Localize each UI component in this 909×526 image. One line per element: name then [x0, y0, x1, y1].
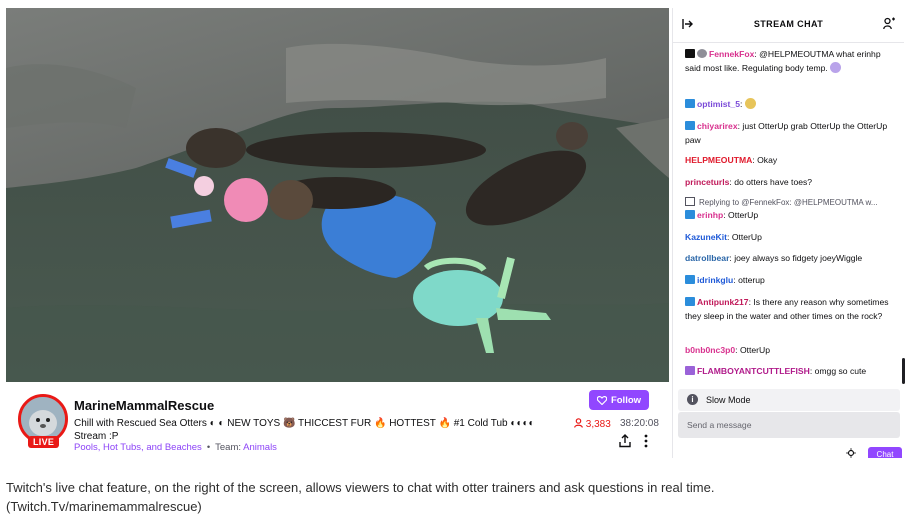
team-label: Team:: [215, 442, 242, 453]
chat-text: OtterUp: [739, 345, 771, 355]
chat-username[interactable]: HELPMEOUTMA: [685, 155, 752, 165]
chat-message: HELPMEOUTMA: Okay: [685, 155, 778, 165]
tag-separator: •: [206, 442, 211, 453]
chat-username[interactable]: KazuneKit: [685, 232, 727, 242]
chat-title: STREAM CHAT: [753, 19, 824, 29]
chat-username[interactable]: datrollbear: [685, 253, 729, 263]
emote-icon: [830, 61, 842, 73]
viewer-person-icon: [574, 418, 583, 428]
chat-message: princeturls: do otters have toes?: [685, 177, 813, 187]
chat-username[interactable]: optimist_5: [697, 99, 740, 109]
chat-scrollbar[interactable]: [902, 358, 905, 384]
user-badge-icon: [685, 121, 695, 130]
user-badge-icon: [697, 49, 707, 58]
reply-context-text: Replying to @FennekFox: @HELPMEOUTMA w..…: [699, 198, 878, 207]
stream-tags: Pools, Hot Tubs, and Beaches • Team: Anima…: [74, 442, 277, 453]
share-icon[interactable]: [618, 434, 632, 448]
more-options-icon[interactable]: [643, 434, 649, 448]
viewer-count: 3,383: [574, 418, 611, 430]
chat-username[interactable]: Antipunk217: [697, 297, 749, 307]
channel-info-bar: LIVE MarineMammalRescue Chill with Rescu…: [6, 382, 669, 458]
chat-username[interactable]: FennekFox: [709, 49, 754, 59]
settings-gear-icon[interactable]: [845, 448, 857, 458]
user-badge-icon: [685, 275, 695, 284]
chat-username[interactable]: chiyarirex: [697, 121, 738, 131]
chat-text: omgg so cute: [814, 366, 867, 376]
follow-button[interactable]: Follow: [589, 390, 649, 410]
chat-message: idrinkglu: otterup: [685, 274, 895, 288]
chat-text: Okay: [757, 155, 778, 165]
heart-icon: [596, 395, 607, 405]
follow-label: Follow: [610, 394, 642, 406]
chat-username[interactable]: erinhp: [697, 210, 723, 220]
chat-header: STREAM CHAT: [673, 8, 904, 43]
user-badge-icon: [685, 297, 695, 306]
image-caption: Twitch's live chat feature, on the right…: [6, 480, 715, 514]
viewer-count-value: 3,383: [585, 419, 611, 430]
live-badge: LIVE: [28, 436, 60, 448]
chat-text: OtterUp: [731, 232, 762, 242]
user-badge-icon: [685, 49, 695, 58]
reply-context: Replying to @FennekFox: @HELPMEOUTMA w..…: [685, 197, 895, 207]
stream-title: Chill with Rescued Sea Otters ◐ ◐ NEW TO…: [74, 418, 535, 442]
chat-message: FennekFox: @HELPMEOUTMA what erinhp said…: [685, 49, 881, 73]
community-users-icon[interactable]: [883, 17, 896, 31]
chat-username[interactable]: idrinkglu: [697, 275, 733, 285]
chat-username[interactable]: princeturls: [685, 177, 729, 187]
channel-name[interactable]: MarineMammalRescue: [74, 398, 214, 413]
slow-mode-banner: i Slow Mode: [678, 389, 900, 411]
chat-text: OtterUp: [728, 210, 759, 220]
user-badge-icon: [685, 366, 695, 375]
reply-icon: [685, 197, 695, 206]
seal-avatar-icon: [21, 397, 65, 441]
chat-message: Antipunk217: Is there any reason why som…: [685, 297, 889, 321]
video-frame-otters: [6, 8, 669, 382]
chat-message: optimist_5:: [685, 98, 895, 112]
chat-message: KazuneKit: OtterUp: [685, 232, 762, 242]
chat-send-button[interactable]: Chat: [868, 447, 902, 458]
category-link[interactable]: Pools, Hot Tubs, and Beaches: [74, 442, 202, 453]
slow-mode-label: Slow Mode: [706, 395, 751, 405]
chat-message-input[interactable]: Send a message: [678, 412, 900, 438]
chat-message: chiyarirex: just OtterUp grab OtterUp th…: [685, 121, 888, 145]
video-player[interactable]: [6, 8, 669, 382]
chat-username[interactable]: b0nb0nc3p0: [685, 345, 735, 355]
chat-message: erinhp: OtterUp: [685, 209, 895, 223]
chat-message: datrollbear: joey always so fidgety joey…: [685, 253, 863, 263]
stream-chat-panel: STREAM CHAT FennekFox: @HELPMEOUTMA what…: [672, 8, 905, 458]
user-badge-icon: [685, 99, 695, 108]
chat-text: otterup: [738, 275, 765, 285]
team-link[interactable]: Animals: [243, 442, 277, 453]
info-icon: i: [687, 394, 698, 405]
chat-username[interactable]: FLAMBOYANTCUTTLEFISH: [697, 366, 810, 376]
emote-icon: [744, 98, 756, 109]
stream-uptime: 38:20:08: [620, 418, 659, 429]
chat-message: FLAMBOYANTCUTTLEFISH: omgg so cute: [685, 365, 895, 379]
chat-text: joey always so fidgety joeyWiggle: [734, 253, 863, 263]
user-badge-icon: [685, 210, 695, 219]
chat-text: do otters have toes?: [734, 177, 813, 187]
chat-message: b0nb0nc3p0: OtterUp: [685, 345, 771, 355]
